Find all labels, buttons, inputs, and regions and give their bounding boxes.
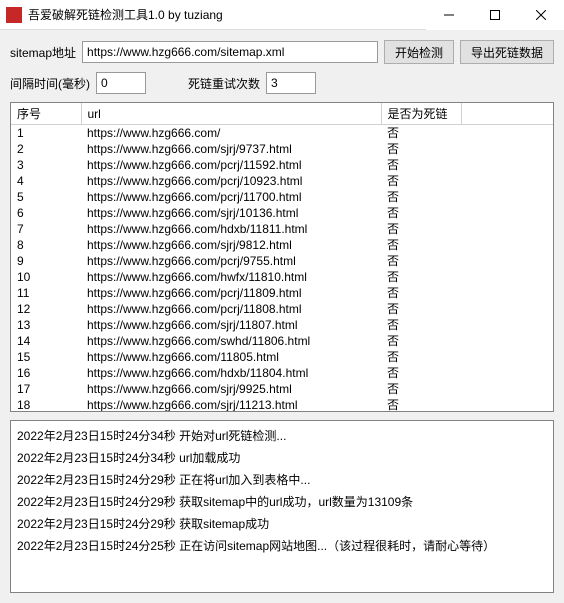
table-row[interactable]: 2https://www.hzg666.com/sjrj/9737.html否 [11, 141, 553, 157]
cell-url: https://www.hzg666.com/swhd/11806.html [81, 333, 381, 349]
interval-input[interactable] [96, 72, 146, 94]
sitemap-input[interactable] [82, 41, 378, 63]
cell-no: 6 [11, 205, 81, 221]
table-row[interactable]: 3https://www.hzg666.com/pcrj/11592.html否 [11, 157, 553, 173]
table-row[interactable]: 11https://www.hzg666.com/pcrj/11809.html… [11, 285, 553, 301]
cell-url: https://www.hzg666.com/hdxb/11811.html [81, 221, 381, 237]
cell-url: https://www.hzg666.com/pcrj/11809.html [81, 285, 381, 301]
titlebar: 吾爱破解死链检测工具1.0 by tuziang [0, 0, 564, 30]
export-button[interactable]: 导出死链数据 [460, 40, 554, 64]
log-line: 2022年2月23日15时24分34秒 开始对url死链检测... [17, 425, 547, 447]
log-line: 2022年2月23日15时24分34秒 url加载成功 [17, 447, 547, 469]
cell-dead: 否 [381, 301, 461, 317]
cell-url: https://www.hzg666.com/pcrj/11808.html [81, 301, 381, 317]
cell-url: https://www.hzg666.com/sjrj/9925.html [81, 381, 381, 397]
cell-url: https://www.hzg666.com/pcrj/9755.html [81, 253, 381, 269]
cell-url: https://www.hzg666.com/pcrj/11592.html [81, 157, 381, 173]
table-row[interactable]: 6https://www.hzg666.com/sjrj/10136.html否 [11, 205, 553, 221]
retry-label: 死链重试次数 [188, 75, 260, 92]
table-row[interactable]: 12https://www.hzg666.com/pcrj/11808.html… [11, 301, 553, 317]
table-row[interactable]: 14https://www.hzg666.com/swhd/11806.html… [11, 333, 553, 349]
table-row[interactable]: 5https://www.hzg666.com/pcrj/11700.html否 [11, 189, 553, 205]
cell-dead: 否 [381, 397, 461, 412]
table-row[interactable]: 9https://www.hzg666.com/pcrj/9755.html否 [11, 253, 553, 269]
start-button[interactable]: 开始检测 [384, 40, 454, 64]
cell-dead: 否 [381, 381, 461, 397]
cell-url: https://www.hzg666.com/sjrj/9737.html [81, 141, 381, 157]
table-row[interactable]: 17https://www.hzg666.com/sjrj/9925.html否 [11, 381, 553, 397]
cell-no: 5 [11, 189, 81, 205]
close-button[interactable] [518, 0, 564, 30]
url-table[interactable]: 序号 url 是否为死链 1https://www.hzg666.com/否2h… [10, 102, 554, 412]
table-row[interactable]: 18https://www.hzg666.com/sjrj/11213.html… [11, 397, 553, 412]
log-line: 2022年2月23日15时24分29秒 获取sitemap成功 [17, 513, 547, 535]
table-row[interactable]: 4https://www.hzg666.com/pcrj/10923.html否 [11, 173, 553, 189]
app-icon [6, 7, 22, 23]
cell-url: https://www.hzg666.com/hdxb/11804.html [81, 365, 381, 381]
table-row[interactable]: 1https://www.hzg666.com/否 [11, 125, 553, 142]
table-row[interactable]: 7https://www.hzg666.com/hdxb/11811.html否 [11, 221, 553, 237]
log-line: 2022年2月23日15时24分29秒 正在将url加入到表格中... [17, 469, 547, 491]
cell-url: https://www.hzg666.com/hwfx/11810.html [81, 269, 381, 285]
log-panel[interactable]: 2022年2月23日15时24分34秒 开始对url死链检测...2022年2月… [10, 420, 554, 593]
cell-no: 9 [11, 253, 81, 269]
cell-dead: 否 [381, 269, 461, 285]
log-line: 2022年2月23日15时24分25秒 正在访问sitemap网站地图...（该… [17, 535, 547, 557]
cell-no: 13 [11, 317, 81, 333]
cell-dead: 否 [381, 221, 461, 237]
cell-url: https://www.hzg666.com/ [81, 125, 381, 142]
cell-no: 4 [11, 173, 81, 189]
table-row[interactable]: 13https://www.hzg666.com/sjrj/11807.html… [11, 317, 553, 333]
window-title: 吾爱破解死链检测工具1.0 by tuziang [28, 6, 426, 23]
cell-no: 7 [11, 221, 81, 237]
cell-url: https://www.hzg666.com/sjrj/10136.html [81, 205, 381, 221]
col-header-url[interactable]: url [81, 103, 381, 125]
cell-dead: 否 [381, 349, 461, 365]
cell-no: 8 [11, 237, 81, 253]
cell-no: 2 [11, 141, 81, 157]
retry-input[interactable] [266, 72, 316, 94]
cell-url: https://www.hzg666.com/pcrj/11700.html [81, 189, 381, 205]
cell-dead: 否 [381, 253, 461, 269]
cell-dead: 否 [381, 237, 461, 253]
cell-url: https://www.hzg666.com/sjrj/9812.html [81, 237, 381, 253]
table-row[interactable]: 8https://www.hzg666.com/sjrj/9812.html否 [11, 237, 553, 253]
sitemap-label: sitemap地址 [10, 44, 76, 61]
cell-dead: 否 [381, 365, 461, 381]
minimize-button[interactable] [426, 0, 472, 30]
cell-no: 18 [11, 397, 81, 412]
cell-no: 10 [11, 269, 81, 285]
cell-dead: 否 [381, 173, 461, 189]
log-line: 2022年2月23日15时24分29秒 获取sitemap中的url成功，url… [17, 491, 547, 513]
table-row[interactable]: 15https://www.hzg666.com/11805.html否 [11, 349, 553, 365]
cell-dead: 否 [381, 205, 461, 221]
maximize-button[interactable] [472, 0, 518, 30]
cell-dead: 否 [381, 317, 461, 333]
cell-no: 17 [11, 381, 81, 397]
cell-dead: 否 [381, 333, 461, 349]
cell-dead: 否 [381, 141, 461, 157]
col-header-dead[interactable]: 是否为死链 [381, 103, 461, 125]
cell-dead: 否 [381, 125, 461, 142]
cell-no: 11 [11, 285, 81, 301]
interval-label: 间隔时间(毫秒) [10, 75, 90, 92]
cell-url: https://www.hzg666.com/11805.html [81, 349, 381, 365]
cell-no: 3 [11, 157, 81, 173]
cell-no: 15 [11, 349, 81, 365]
cell-dead: 否 [381, 285, 461, 301]
cell-dead: 否 [381, 157, 461, 173]
cell-no: 14 [11, 333, 81, 349]
cell-url: https://www.hzg666.com/pcrj/10923.html [81, 173, 381, 189]
cell-no: 12 [11, 301, 81, 317]
cell-dead: 否 [381, 189, 461, 205]
cell-no: 1 [11, 125, 81, 142]
col-header-no[interactable]: 序号 [11, 103, 81, 125]
cell-no: 16 [11, 365, 81, 381]
cell-url: https://www.hzg666.com/sjrj/11807.html [81, 317, 381, 333]
cell-url: https://www.hzg666.com/sjrj/11213.html [81, 397, 381, 412]
col-header-blank [461, 103, 553, 125]
table-row[interactable]: 16https://www.hzg666.com/hdxb/11804.html… [11, 365, 553, 381]
table-row[interactable]: 10https://www.hzg666.com/hwfx/11810.html… [11, 269, 553, 285]
